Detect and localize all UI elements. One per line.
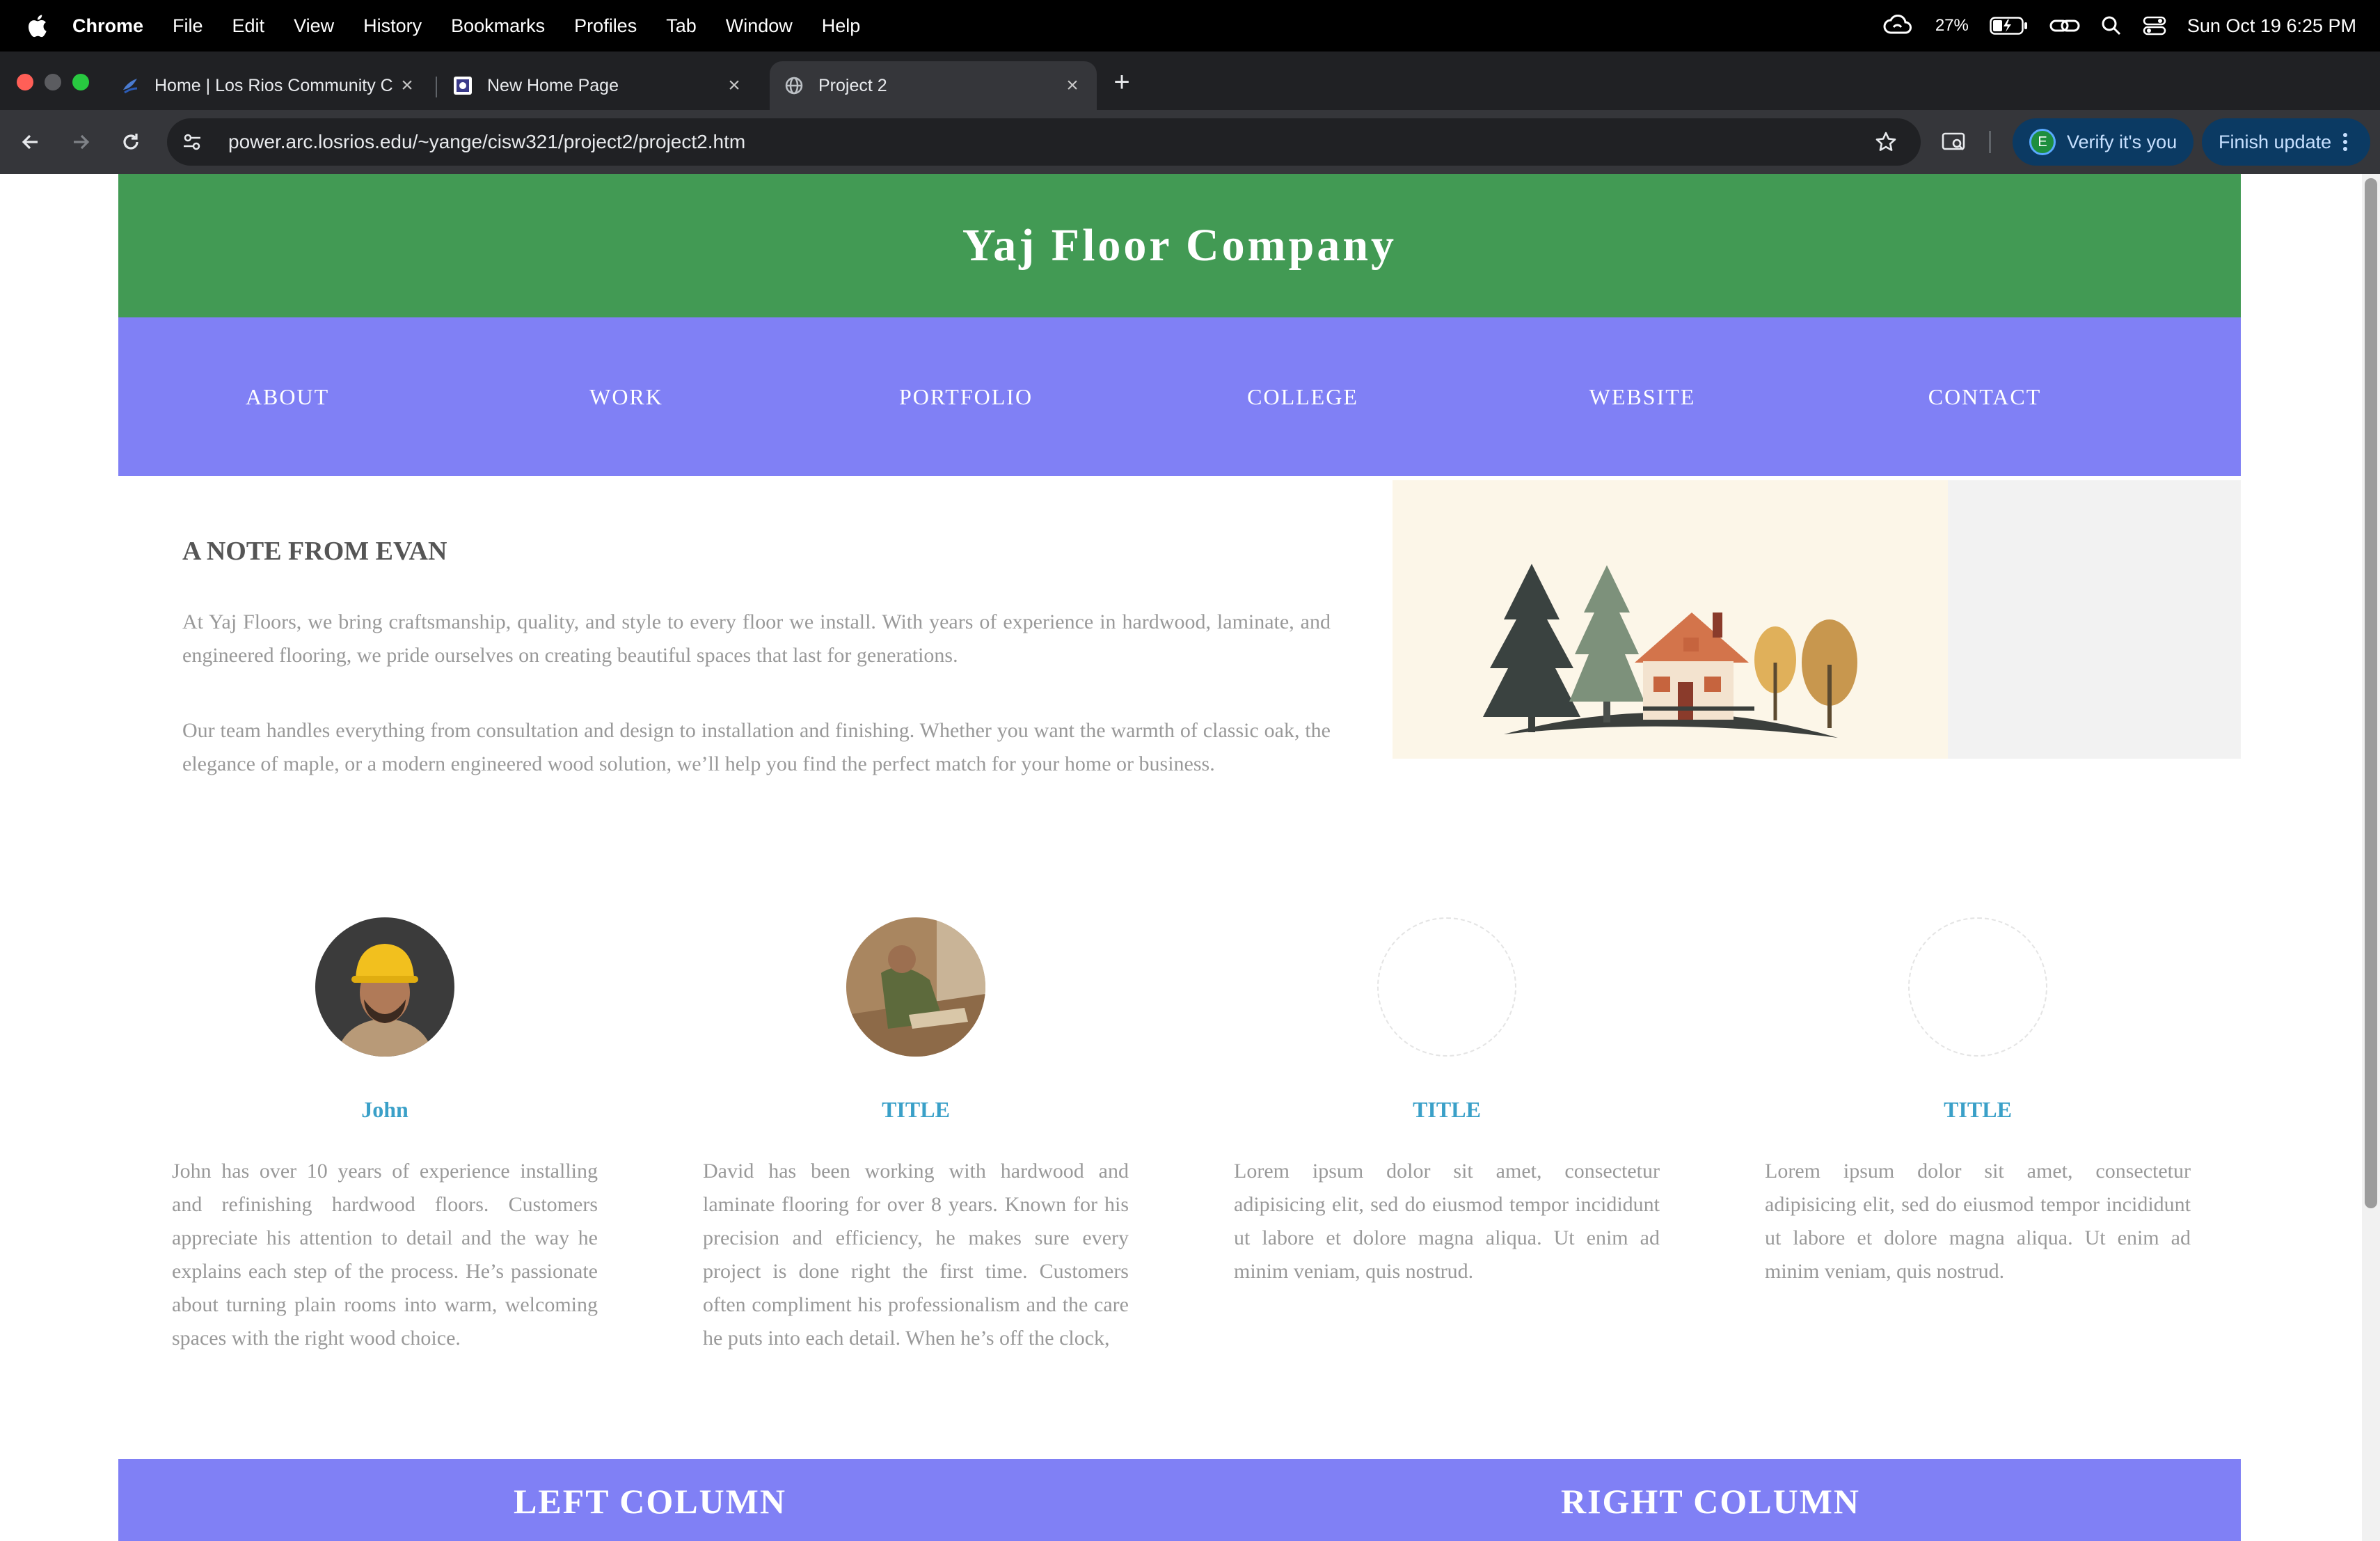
window-zoom-button[interactable] (72, 74, 89, 90)
note-section: A NOTE FROM EVAN At Yaj Floors, we bring… (182, 536, 1331, 823)
finish-update-button[interactable]: Finish update (2202, 118, 2370, 166)
verify-label: Verify it's you (2067, 131, 2177, 152)
menu-edit[interactable]: Edit (232, 15, 265, 37)
toolbar-divider (1989, 131, 1991, 153)
member-bio: Lorem ipsum dolor sit amet, consectetur … (1234, 1160, 1660, 1283)
nav-portfolio[interactable]: PORTFOLIO (899, 317, 1033, 476)
tab-title: Home | Los Rios Community C (154, 75, 393, 95)
new-tab-button[interactable]: + (1108, 67, 1136, 97)
address-bar[interactable]: power.arc.losrios.edu/~yange/cisw321/pro… (167, 118, 1921, 166)
globe-icon (784, 75, 804, 96)
tab-new-home-page[interactable]: New Home Page × (438, 61, 759, 110)
member-name: TITLE (1413, 1097, 1481, 1122)
tab-title: New Home Page (487, 75, 619, 95)
menu-clock[interactable]: Sun Oct 19 6:25 PM (2187, 15, 2356, 37)
left-column-heading: LEFT COLUMN (514, 1482, 786, 1521)
tab-close-icon[interactable]: × (724, 74, 745, 97)
nav-college[interactable]: COLLEGE (1247, 317, 1358, 476)
tab-separator (436, 77, 437, 97)
member-bio: David has been working with hardwood and… (703, 1160, 1129, 1350)
tab-los-rios[interactable]: Home | Los Rios Community C × (106, 61, 431, 110)
note-heading: A NOTE FROM EVAN (182, 537, 447, 566)
site-header: Yaj Floor Company (118, 174, 2241, 317)
menu-window[interactable]: Window (726, 15, 793, 37)
broken-image-placeholder (1377, 917, 1516, 1057)
site-nav: ABOUT WORK PORTFOLIO COLLEGE WEBSITE CON… (118, 317, 2241, 476)
creative-cloud-icon[interactable] (1882, 15, 1914, 37)
john-photo (315, 917, 454, 1057)
page-viewport: Yaj Floor Company ABOUT WORK PORTFOLIO C… (0, 174, 2380, 1541)
forward-button[interactable] (64, 125, 97, 159)
tab-title: Project 2 (818, 75, 887, 95)
macos-menu-bar: Chrome File Edit View History Bookmarks … (0, 0, 2380, 52)
menu-file[interactable]: File (173, 15, 203, 37)
nav-contact[interactable]: CONTACT (1928, 317, 2042, 476)
menu-tab[interactable]: Tab (666, 15, 697, 37)
menu-help[interactable]: Help (822, 15, 861, 37)
menu-app-chrome[interactable]: Chrome (72, 15, 143, 37)
member-name: TITLE (1944, 1097, 2012, 1122)
window-close-button[interactable] (17, 74, 33, 90)
battery-icon[interactable] (1990, 17, 2029, 35)
bookmark-star-icon[interactable] (1872, 128, 1900, 156)
page-scrollbar[interactable] (2362, 174, 2380, 1541)
team-member-card: TITLE David has been working with hardwo… (703, 917, 1129, 1355)
columns-section: LEFT COLUMN RIGHT COLUMN (118, 1459, 2241, 1541)
link-icon[interactable] (2049, 15, 2080, 36)
los-rios-icon (120, 75, 141, 96)
verify-identity-button[interactable]: E Verify it's you (2013, 118, 2194, 166)
hero-image-frame (1393, 480, 2241, 759)
menu-view[interactable]: View (294, 15, 334, 37)
menu-bookmarks[interactable]: Bookmarks (451, 15, 545, 37)
nav-about[interactable]: ABOUT (246, 317, 329, 476)
tab-close-icon[interactable]: × (1062, 74, 1083, 97)
member-bio: John has over 10 years of experience ins… (172, 1160, 598, 1350)
david-photo (846, 917, 985, 1057)
control-center-icon[interactable] (2143, 15, 2166, 36)
scrollbar-thumb[interactable] (2365, 178, 2377, 1208)
site-page: Yaj Floor Company ABOUT WORK PORTFOLIO C… (118, 174, 2241, 1541)
member-name: John (361, 1097, 408, 1122)
note-paragraph: Our team handles everything from consult… (182, 719, 1331, 775)
right-column-heading: RIGHT COLUMN (1560, 1482, 1861, 1521)
finish-update-label: Finish update (2219, 131, 2332, 152)
broken-image-placeholder (1908, 917, 2047, 1057)
battery-percent: 27% (1935, 16, 1969, 35)
page-icon (452, 75, 473, 96)
tab-strip: Home | Los Rios Community C × New Home P… (0, 52, 2380, 110)
tab-close-icon[interactable]: × (397, 74, 418, 97)
spotlight-search-icon[interactable] (2101, 15, 2122, 36)
member-bio: Lorem ipsum dolor sit amet, consectetur … (1765, 1160, 2191, 1283)
note-paragraph: At Yaj Floors, we bring craftsmanship, q… (182, 610, 1331, 667)
back-button[interactable] (14, 125, 47, 159)
reload-button[interactable] (114, 125, 148, 159)
profile-avatar: E (2029, 129, 2056, 155)
menu-history[interactable]: History (363, 15, 422, 37)
browser-toolbar: power.arc.losrios.edu/~yange/cisw321/pro… (0, 110, 2380, 174)
nav-website[interactable]: WEBSITE (1589, 317, 1696, 476)
url-text[interactable]: power.arc.losrios.edu/~yange/cisw321/pro… (228, 131, 745, 153)
tab-search-icon[interactable] (1937, 125, 1971, 159)
member-name: TITLE (882, 1097, 950, 1122)
team-member-card: TITLE Lorem ipsum dolor sit amet, consec… (1765, 917, 2191, 1288)
team-member-card: John John has over 10 years of experienc… (172, 917, 598, 1355)
team-member-card: TITLE Lorem ipsum dolor sit amet, consec… (1234, 917, 1660, 1288)
window-minimize-button[interactable] (45, 74, 61, 90)
nav-work[interactable]: WORK (589, 317, 663, 476)
site-title: Yaj Floor Company (962, 220, 1397, 271)
menu-profiles[interactable]: Profiles (574, 15, 637, 37)
site-settings-icon[interactable] (178, 128, 206, 156)
apple-menu-icon[interactable] (26, 14, 47, 38)
tab-project-2[interactable]: Project 2 × (770, 61, 1097, 110)
house-trees-illustration (1393, 480, 1948, 759)
more-menu-icon[interactable] (2342, 132, 2348, 152)
